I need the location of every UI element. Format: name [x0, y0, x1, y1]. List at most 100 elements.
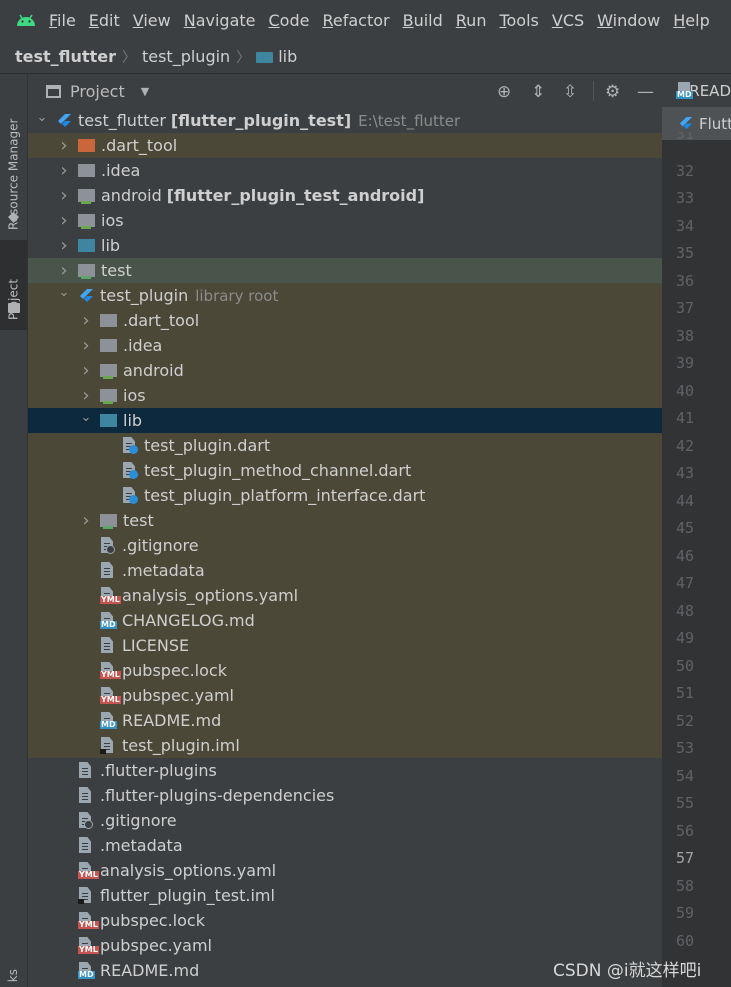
editor-tab-readme[interactable]: MD READ	[662, 74, 731, 108]
line-number: 60	[675, 932, 694, 950]
chevron-down-icon[interactable]: ⌄	[58, 286, 70, 299]
tree-row[interactable]: test_plugin.dart	[28, 433, 662, 458]
project-tool-tab[interactable]: Project	[0, 240, 27, 330]
tree-row[interactable]: .metadata	[28, 558, 662, 583]
tree-row[interactable]: test_plugin.iml	[28, 733, 662, 758]
menu-refactor[interactable]: Refactor	[322, 9, 389, 32]
tree-row[interactable]: YML pubspec.lock	[28, 908, 662, 933]
tree-row[interactable]: › ios	[28, 383, 662, 408]
line-number: 34	[675, 217, 694, 235]
tree-row[interactable]: flutter_plugin_test.iml	[28, 883, 662, 908]
tree-row[interactable]: › test	[28, 258, 662, 283]
chevron-down-icon[interactable]: ⌄	[36, 111, 48, 124]
menu-help[interactable]: Help	[673, 9, 709, 32]
folder-icon	[256, 50, 274, 63]
tree-row[interactable]: YML analysis_options.yaml	[28, 858, 662, 883]
chevron-down-icon[interactable]: ⌄	[80, 411, 92, 424]
tree-row[interactable]: YML pubspec.lock	[28, 658, 662, 683]
breadcrumb-project-label: test_flutter	[15, 47, 116, 66]
menu-edit[interactable]: Edit	[89, 9, 120, 32]
tree-row[interactable]: › .dart_tool	[28, 308, 662, 333]
menu-build[interactable]: Build	[403, 9, 443, 32]
chevron-right-icon[interactable]: ›	[58, 161, 70, 179]
chevron-right-icon[interactable]: ›	[80, 386, 92, 404]
tree-row[interactable]: .flutter-plugins	[28, 758, 662, 783]
chevron-right-icon[interactable]: ›	[58, 211, 70, 229]
tree-item-label: pubspec.lock	[122, 661, 227, 680]
menu-tools[interactable]: Tools	[499, 9, 538, 32]
tree-row[interactable]: ⌄ test_plugin library root	[28, 283, 662, 308]
tree-row[interactable]: › .dart_tool	[28, 133, 662, 158]
breadcrumb-lib[interactable]: lib	[256, 47, 297, 66]
tree-item-label: lib	[101, 236, 121, 255]
hide-panel-icon[interactable]: —	[637, 82, 654, 102]
tree-row[interactable]: .gitignore	[28, 533, 662, 558]
tree-row[interactable]: MD CHANGELOG.md	[28, 608, 662, 633]
chevron-right-icon[interactable]: ›	[80, 511, 92, 529]
menu-file[interactable]: File	[49, 9, 76, 32]
tree-item-label: ios	[101, 211, 124, 230]
collapse-all-icon[interactable]: ⇳	[563, 82, 577, 102]
line-number: 45	[675, 519, 694, 537]
tree-item-label: test_flutter	[78, 111, 166, 130]
locate-icon[interactable]: ⊕	[497, 82, 511, 102]
tree-row[interactable]: › test	[28, 508, 662, 533]
tree-row[interactable]: YML pubspec.yaml	[28, 933, 662, 958]
chevron-right-icon[interactable]: ›	[80, 361, 92, 379]
tree-row[interactable]: .gitignore	[28, 808, 662, 833]
tree-row[interactable]: YML pubspec.yaml	[28, 683, 662, 708]
tree-item-label: test	[123, 511, 154, 530]
chevron-right-icon[interactable]: ›	[58, 261, 70, 279]
module-folder-icon	[78, 189, 95, 204]
tree-item-label: android	[101, 186, 162, 205]
line-number: 43	[675, 464, 694, 482]
tree-row[interactable]: ⌄ lib	[28, 408, 662, 433]
bottom-strip-label[interactable]: ks	[6, 969, 20, 982]
menu-run[interactable]: Run	[456, 9, 487, 32]
tree-row[interactable]: YML analysis_options.yaml	[28, 583, 662, 608]
tree-row[interactable]: test_plugin_method_channel.dart	[28, 458, 662, 483]
dart-file-icon	[122, 437, 138, 454]
tree-row[interactable]: LICENSE	[28, 633, 662, 658]
path-hint-label: E:\test_flutter	[358, 111, 461, 130]
tree-row[interactable]: › .idea	[28, 333, 662, 358]
tree-row[interactable]: › lib	[28, 233, 662, 258]
yaml-file-icon: YML	[100, 587, 121, 604]
menu-window[interactable]: Window	[597, 9, 660, 32]
chevron-right-icon[interactable]: ›	[58, 136, 70, 154]
gear-icon[interactable]: ⚙	[605, 82, 620, 102]
project-view-selector[interactable]: Project ▼	[70, 82, 149, 101]
menu-vcs[interactable]: VCS	[552, 9, 584, 32]
tree-row[interactable]: .flutter-plugins-dependencies	[28, 783, 662, 808]
menu-code[interactable]: Code	[269, 9, 310, 32]
breadcrumb-module-label: test_plugin	[141, 47, 231, 66]
tree-row[interactable]: › android	[28, 358, 662, 383]
chevron-right-icon[interactable]: ›	[80, 336, 92, 354]
chevron-right-icon[interactable]: ›	[58, 186, 70, 204]
test-folder-icon	[78, 264, 95, 279]
module-folder-icon	[100, 389, 117, 404]
menu-navigate[interactable]: Navigate	[184, 9, 256, 32]
menu-bar: File Edit View Navigate Code Refactor Build Run…	[0, 0, 731, 40]
tree-row[interactable]: › .idea	[28, 158, 662, 183]
editor-tab-readme-label: READ	[689, 81, 731, 100]
line-number: 52	[675, 712, 694, 730]
chevron-right-icon[interactable]: ›	[58, 236, 70, 254]
chevron-right-icon[interactable]: ›	[80, 311, 92, 329]
tree-row[interactable]: .metadata	[28, 833, 662, 858]
yaml-file-icon: YML	[100, 687, 121, 704]
tree-row[interactable]: ⌄ test_flutter [flutter_plugin_test] E:\tes…	[28, 108, 662, 133]
tree-item-label: .metadata	[100, 836, 183, 855]
tree-row[interactable]: MD README.md	[28, 708, 662, 733]
breadcrumb-module[interactable]: test_plugin	[142, 47, 230, 66]
tree-row[interactable]: test_plugin_platform_interface.dart	[28, 483, 662, 508]
line-number: 49	[675, 629, 694, 647]
tree-item-label: .dart_tool	[101, 136, 178, 155]
tree-row[interactable]: › ios	[28, 208, 662, 233]
breadcrumb-project[interactable]: test_flutter	[15, 47, 116, 66]
expand-all-icon[interactable]: ⇕	[531, 82, 545, 102]
tree-row[interactable]: › android [flutter_plugin_test_android]	[28, 183, 662, 208]
menu-view[interactable]: View	[133, 9, 171, 32]
